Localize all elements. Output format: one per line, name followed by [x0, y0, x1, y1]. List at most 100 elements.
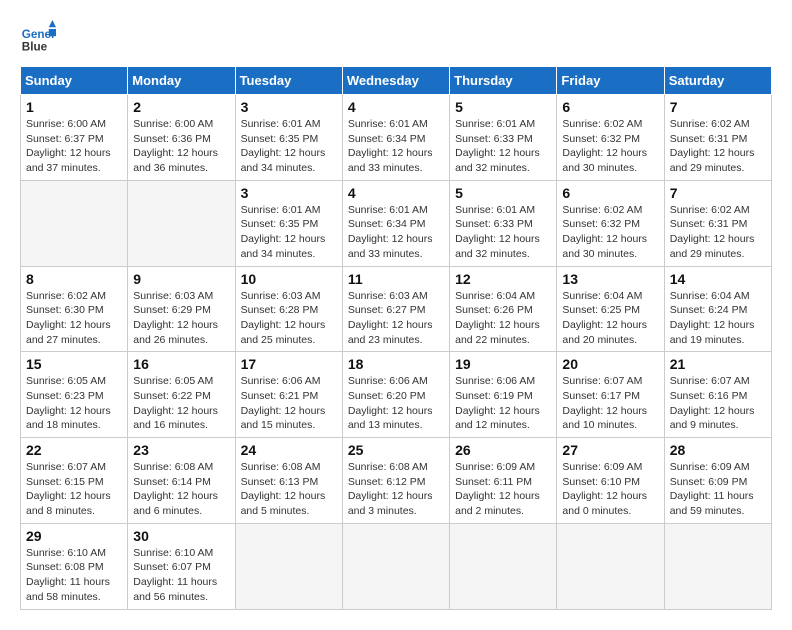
day-number: 4 [348, 99, 444, 115]
calendar-cell: 14Sunrise: 6:04 AMSunset: 6:24 PMDayligh… [664, 266, 771, 352]
day-info: Sunrise: 6:03 AMSunset: 6:29 PMDaylight:… [133, 289, 229, 348]
day-info: Sunrise: 6:01 AMSunset: 6:35 PMDaylight:… [241, 203, 337, 262]
logo: General Blue [20, 20, 56, 56]
calendar-cell: 20Sunrise: 6:07 AMSunset: 6:17 PMDayligh… [557, 352, 664, 438]
calendar-cell: 5Sunrise: 6:01 AMSunset: 6:33 PMDaylight… [450, 180, 557, 266]
day-info: Sunrise: 6:03 AMSunset: 6:28 PMDaylight:… [241, 289, 337, 348]
day-number: 3 [241, 185, 337, 201]
day-number: 28 [670, 442, 766, 458]
day-number: 5 [455, 99, 551, 115]
calendar-cell: 7 Sunrise: 6:02 AMSunset: 6:31 PMDaylight… [664, 180, 771, 266]
calendar-cell: 4 Sunrise: 6:01 AMSunset: 6:34 PMDaylight… [342, 95, 449, 181]
day-number: 10 [241, 271, 337, 287]
calendar-cell: 21Sunrise: 6:07 AMSunset: 6:16 PMDayligh… [664, 352, 771, 438]
day-number: 25 [348, 442, 444, 458]
day-number: 7 [670, 185, 766, 201]
day-info: Sunrise: 6:08 AMSunset: 6:14 PMDaylight:… [133, 460, 229, 519]
column-header-friday: Friday [557, 67, 664, 95]
day-number: 17 [241, 356, 337, 372]
day-number: 30 [133, 528, 229, 544]
day-number: 7 [670, 99, 766, 115]
calendar-header-row: SundayMondayTuesdayWednesdayThursdayFrid… [21, 67, 772, 95]
calendar-cell: 6 Sunrise: 6:02 AMSunset: 6:32 PMDaylight… [557, 95, 664, 181]
day-number: 14 [670, 271, 766, 287]
day-number: 21 [670, 356, 766, 372]
calendar-cell [557, 523, 664, 609]
header: General Blue [20, 20, 772, 56]
calendar-cell: 3 Sunrise: 6:01 AMSunset: 6:35 PMDaylight… [235, 180, 342, 266]
day-info: Sunrise: 6:02 AMSunset: 6:31 PMDaylight:… [670, 203, 766, 262]
calendar-row: 1Sunrise: 6:00 AMSunset: 6:37 PMDaylight… [21, 95, 772, 181]
day-number: 3 [241, 99, 337, 115]
calendar-cell: 2Sunrise: 6:00 AMSunset: 6:36 PMDaylight… [128, 95, 235, 181]
day-info: Sunrise: 6:02 AMSunset: 6:32 PMDaylight:… [562, 203, 658, 262]
day-info: Sunrise: 6:09 AMSunset: 6:11 PMDaylight:… [455, 460, 551, 519]
calendar-cell: 12 Sunrise: 6:04 AMSunset: 6:26 PMDayligh… [450, 266, 557, 352]
calendar-cell: 3 Sunrise: 6:01 AMSunset: 6:35 PMDaylight… [235, 95, 342, 181]
day-info: Sunrise: 6:03 AMSunset: 6:27 PMDaylight:… [348, 289, 444, 348]
calendar-row: 15 Sunrise: 6:05 AMSunset: 6:23 PMDayligh… [21, 352, 772, 438]
day-number: 23 [133, 442, 229, 458]
column-header-monday: Monday [128, 67, 235, 95]
column-header-saturday: Saturday [664, 67, 771, 95]
day-info: Sunrise: 6:05 AMSunset: 6:23 PMDaylight:… [26, 374, 122, 433]
calendar-cell: 25 Sunrise: 6:08 AMSunset: 6:12 PMDayligh… [342, 438, 449, 524]
day-number: 24 [241, 442, 337, 458]
day-info: Sunrise: 6:06 AMSunset: 6:19 PMDaylight:… [455, 374, 551, 433]
day-info: Sunrise: 6:02 AMSunset: 6:32 PMDaylight:… [562, 117, 658, 176]
column-header-wednesday: Wednesday [342, 67, 449, 95]
day-number: 20 [562, 356, 658, 372]
calendar-cell [342, 523, 449, 609]
day-info: Sunrise: 6:01 AMSunset: 6:34 PMDaylight:… [348, 117, 444, 176]
logo-icon: General Blue [20, 20, 56, 56]
day-info: Sunrise: 6:08 AMSunset: 6:12 PMDaylight:… [348, 460, 444, 519]
day-number: 22 [26, 442, 122, 458]
column-header-tuesday: Tuesday [235, 67, 342, 95]
calendar-cell [21, 180, 128, 266]
day-number: 15 [26, 356, 122, 372]
calendar-cell: 29Sunrise: 6:10 AMSunset: 6:08 PMDayligh… [21, 523, 128, 609]
calendar-cell [235, 523, 342, 609]
day-info: Sunrise: 6:10 AMSunset: 6:08 PMDaylight:… [26, 546, 122, 605]
day-number: 13 [562, 271, 658, 287]
day-info: Sunrise: 6:08 AMSunset: 6:13 PMDaylight:… [241, 460, 337, 519]
calendar-row: 3 Sunrise: 6:01 AMSunset: 6:35 PMDaylight… [21, 180, 772, 266]
day-number: 4 [348, 185, 444, 201]
day-number: 11 [348, 271, 444, 287]
calendar-row: 22 Sunrise: 6:07 AMSunset: 6:15 PMDayligh… [21, 438, 772, 524]
day-info: Sunrise: 6:04 AMSunset: 6:25 PMDaylight:… [562, 289, 658, 348]
day-info: Sunrise: 6:01 AMSunset: 6:35 PMDaylight:… [241, 117, 337, 176]
day-info: Sunrise: 6:01 AMSunset: 6:33 PMDaylight:… [455, 203, 551, 262]
day-info: Sunrise: 6:00 AMSunset: 6:37 PMDaylight:… [26, 117, 122, 176]
calendar-cell: 6 Sunrise: 6:02 AMSunset: 6:32 PMDaylight… [557, 180, 664, 266]
day-info: Sunrise: 6:01 AMSunset: 6:34 PMDaylight:… [348, 203, 444, 262]
day-number: 6 [562, 185, 658, 201]
calendar-cell: 10 Sunrise: 6:03 AMSunset: 6:28 PMDayligh… [235, 266, 342, 352]
day-info: Sunrise: 6:02 AMSunset: 6:31 PMDaylight:… [670, 117, 766, 176]
day-info: Sunrise: 6:04 AMSunset: 6:26 PMDaylight:… [455, 289, 551, 348]
calendar-cell: 30Sunrise: 6:10 AMSunset: 6:07 PMDayligh… [128, 523, 235, 609]
calendar-cell: 9 Sunrise: 6:03 AMSunset: 6:29 PMDaylight… [128, 266, 235, 352]
day-number: 27 [562, 442, 658, 458]
calendar-cell: 16 Sunrise: 6:05 AMSunset: 6:22 PMDayligh… [128, 352, 235, 438]
calendar-cell: 11 Sunrise: 6:03 AMSunset: 6:27 PMDayligh… [342, 266, 449, 352]
calendar-cell: 22 Sunrise: 6:07 AMSunset: 6:15 PMDayligh… [21, 438, 128, 524]
day-info: Sunrise: 6:06 AMSunset: 6:21 PMDaylight:… [241, 374, 337, 433]
day-info: Sunrise: 6:05 AMSunset: 6:22 PMDaylight:… [133, 374, 229, 433]
calendar-cell: 17 Sunrise: 6:06 AMSunset: 6:21 PMDayligh… [235, 352, 342, 438]
day-number: 16 [133, 356, 229, 372]
day-number: 6 [562, 99, 658, 115]
calendar-cell: 15 Sunrise: 6:05 AMSunset: 6:23 PMDayligh… [21, 352, 128, 438]
day-info: Sunrise: 6:09 AMSunset: 6:10 PMDaylight:… [562, 460, 658, 519]
day-number: 8 [26, 271, 122, 287]
calendar-cell: 19 Sunrise: 6:06 AMSunset: 6:19 PMDayligh… [450, 352, 557, 438]
day-number: 19 [455, 356, 551, 372]
calendar-cell: 28Sunrise: 6:09 AMSunset: 6:09 PMDayligh… [664, 438, 771, 524]
day-info: Sunrise: 6:06 AMSunset: 6:20 PMDaylight:… [348, 374, 444, 433]
calendar-cell: 18Sunrise: 6:06 AMSunset: 6:20 PMDayligh… [342, 352, 449, 438]
day-number: 9 [133, 271, 229, 287]
day-info: Sunrise: 6:07 AMSunset: 6:15 PMDaylight:… [26, 460, 122, 519]
day-number: 12 [455, 271, 551, 287]
calendar-cell [128, 180, 235, 266]
calendar-row: 8Sunrise: 6:02 AMSunset: 6:30 PMDaylight… [21, 266, 772, 352]
